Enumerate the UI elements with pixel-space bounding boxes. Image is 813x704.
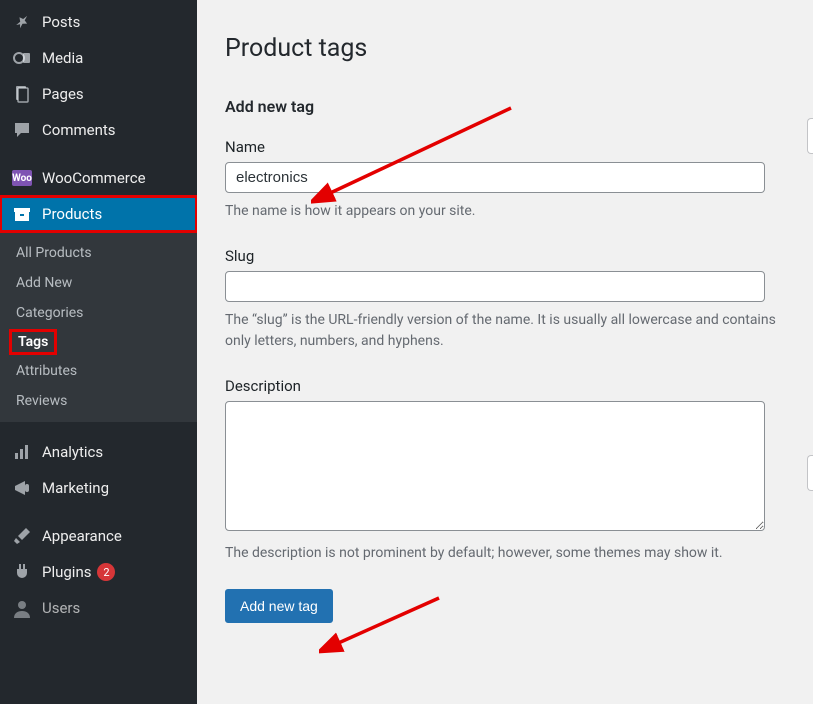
sidebar-item-appearance[interactable]: Appearance [0, 518, 197, 554]
media-icon [12, 48, 32, 68]
sidebar-item-label: Pages [42, 85, 84, 103]
slug-input[interactable] [225, 271, 765, 302]
sidebar-item-marketing[interactable]: Marketing [0, 470, 197, 506]
sidebar-item-label: Media [42, 49, 83, 67]
user-icon [12, 598, 32, 618]
submenu-categories[interactable]: Categories [0, 298, 197, 328]
slug-label: Slug [225, 247, 785, 265]
plugin-update-count: 2 [97, 563, 115, 581]
sidebar-item-users[interactable]: Users [0, 590, 197, 618]
sidebar-item-analytics[interactable]: Analytics [0, 434, 197, 470]
description-hint: The description is not prominent by defa… [225, 543, 785, 563]
comment-icon [12, 120, 32, 140]
sidebar-item-label: Marketing [42, 479, 109, 497]
offscreen-panel-fragment [807, 455, 813, 491]
sidebar-item-posts[interactable]: Posts [0, 4, 197, 40]
sidebar-item-label: Plugins [42, 563, 91, 581]
products-submenu: All Products Add New Categories Tags Att… [0, 232, 197, 422]
slug-hint: The “slug” is the URL-friendly version o… [225, 310, 785, 351]
sidebar-item-products[interactable]: Products [0, 196, 197, 232]
sidebar-item-media[interactable]: Media [0, 40, 197, 76]
submenu-all-products[interactable]: All Products [0, 238, 197, 268]
sidebar-item-label: Appearance [42, 527, 122, 545]
sidebar-item-label: WooCommerce [42, 169, 146, 187]
description-input[interactable] [225, 401, 765, 531]
sidebar-item-label: Users [42, 599, 80, 617]
submenu-reviews[interactable]: Reviews [0, 386, 197, 416]
sidebar-item-woocommerce[interactable]: Woo WooCommerce [0, 160, 197, 196]
submenu-attributes[interactable]: Attributes [0, 356, 197, 386]
sidebar-item-label: Products [42, 205, 102, 223]
submenu-tags[interactable]: Tags [12, 332, 54, 352]
add-new-tag-button[interactable]: Add new tag [225, 589, 333, 623]
offscreen-panel-fragment [807, 118, 813, 154]
annotation-arrow [319, 590, 449, 660]
sidebar-item-pages[interactable]: Pages [0, 76, 197, 112]
name-hint: The name is how it appears on your site. [225, 201, 785, 221]
sidebar-item-plugins[interactable]: Plugins 2 [0, 554, 197, 590]
main-content: Product tags Add new tag Name The name i… [197, 0, 813, 704]
sidebar-item-label: Comments [42, 121, 116, 139]
sidebar-item-comments[interactable]: Comments [0, 112, 197, 148]
name-label: Name [225, 138, 785, 156]
plug-icon [12, 562, 32, 582]
brush-icon [12, 526, 32, 546]
woo-icon: Woo [12, 168, 32, 188]
section-heading: Add new tag [225, 97, 785, 116]
sidebar-item-label: Analytics [42, 443, 103, 461]
page-title: Product tags [225, 34, 785, 63]
page-icon [12, 84, 32, 104]
pin-icon [12, 12, 32, 32]
admin-sidebar: Posts Media Pages Comments Woo WooCommer… [0, 0, 197, 704]
name-input[interactable] [225, 162, 765, 193]
analytics-icon [12, 442, 32, 462]
sidebar-item-label: Posts [42, 13, 80, 31]
megaphone-icon [12, 478, 32, 498]
archive-icon [12, 204, 32, 224]
description-label: Description [225, 377, 785, 395]
submenu-add-new[interactable]: Add New [0, 268, 197, 298]
